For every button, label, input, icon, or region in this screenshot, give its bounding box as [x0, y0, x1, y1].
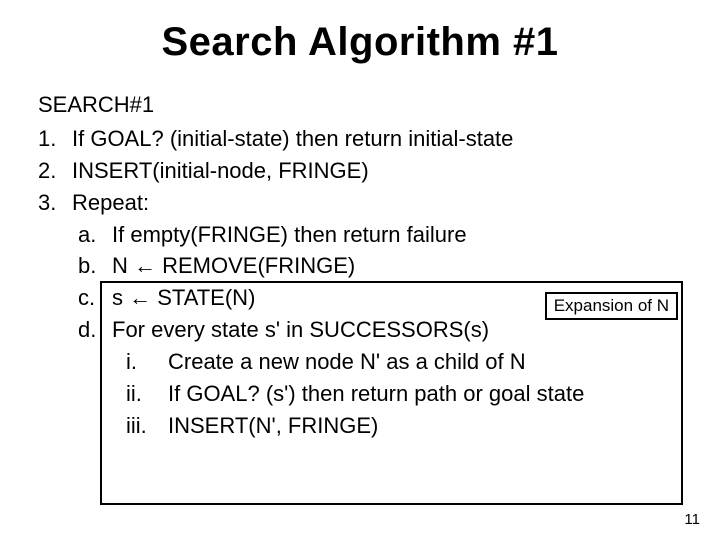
step-3d-i: Create a new node N' as a child of N [126, 346, 682, 378]
algorithm-name: SEARCH#1 [38, 89, 682, 121]
step-2: INSERT(initial-node, FRINGE) [38, 155, 682, 187]
expansion-box-label: Expansion of N [545, 292, 678, 320]
step-3a: If empty(FRINGE) then return failure [78, 219, 682, 251]
step-3-text: Repeat: [72, 190, 149, 215]
step-3d-substeps: Create a new node N' as a child of N If … [126, 346, 682, 442]
step-3b: N ← REMOVE(FRINGE) [78, 250, 682, 282]
algorithm-steps: If GOAL? (initial-state) then return ini… [38, 123, 682, 442]
step-3-substeps: If empty(FRINGE) then return failure N ←… [78, 219, 682, 442]
slide: Search Algorithm #1 SEARCH#1 If GOAL? (i… [0, 0, 720, 442]
step-3d: For every state s' in SUCCESSORS(s) Crea… [78, 314, 682, 442]
step-3d-ii: If GOAL? (s') then return path or goal s… [126, 378, 682, 410]
step-3d-text: For every state s' in SUCCESSORS(s) [112, 317, 489, 342]
slide-title: Search Algorithm #1 [38, 20, 682, 65]
slide-content: SEARCH#1 If GOAL? (initial-state) then r… [38, 89, 682, 442]
step-1: If GOAL? (initial-state) then return ini… [38, 123, 682, 155]
step-3d-iii: INSERT(N', FRINGE) [126, 410, 682, 442]
page-number: 11 [684, 511, 700, 528]
